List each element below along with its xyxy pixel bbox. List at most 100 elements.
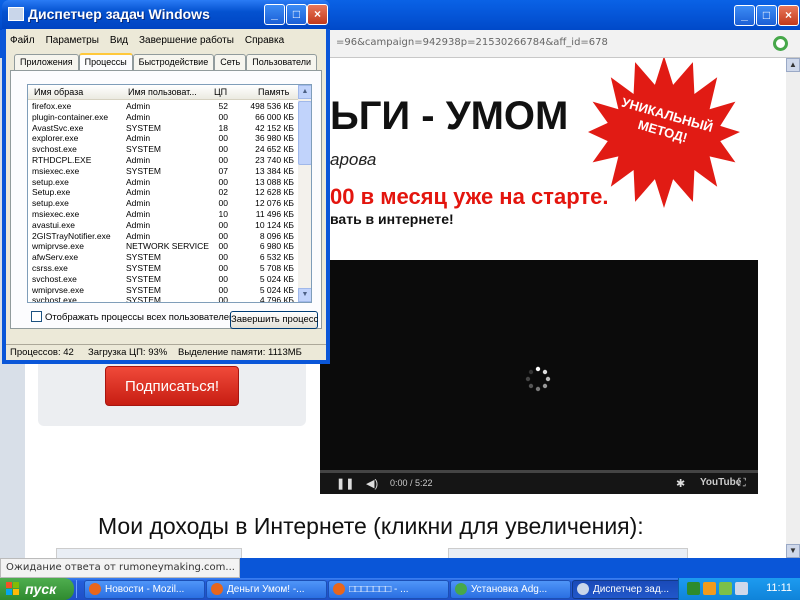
process-list[interactable]: Имя образа Имя пользоват... ЦП Память fi… (27, 84, 312, 303)
process-row[interactable]: csrss.exe SYSTEM 00 5 708 КБ (28, 263, 298, 274)
scroll-thumb[interactable] (298, 101, 311, 165)
process-cpu: 00 (218, 176, 228, 187)
process-cpu: 00 (218, 252, 228, 263)
subscribe-button[interactable]: Подписаться! (105, 366, 239, 406)
video-player[interactable]: ❚❚ ◀) 0:00 / 5:22 ✱ YouTube ⛶ (320, 260, 758, 494)
scroll-down-icon[interactable]: ▼ (298, 288, 311, 302)
taskbar-button[interactable]: Диспетчер зад... (572, 580, 693, 599)
status-memory: Выделение памяти: 1113МБ (178, 347, 302, 358)
process-cpu: 07 (218, 165, 228, 176)
browser-status-text: Ожидание ответа от rumoneymaking.com... (0, 558, 240, 578)
income-screenshot-thumbnail[interactable] (56, 548, 242, 558)
process-name: svchost.exe (32, 144, 77, 155)
show-all-users-checkbox[interactable]: Отображать процессы всех пользователей (31, 311, 234, 323)
status-cpu: Загрузка ЦП: 93% (88, 347, 168, 358)
youtube-logo[interactable]: YouTube (700, 477, 741, 488)
process-row[interactable]: svchost.exe SYSTEM 00 4 796 КБ (28, 295, 298, 303)
column-header-cpu[interactable]: ЦП (214, 87, 227, 97)
taskbar-button-label: Деньги Умом! -... (227, 584, 305, 595)
tab-network[interactable]: Сеть (214, 54, 247, 71)
volume-icon[interactable]: ◀) (366, 477, 378, 490)
process-memory: 5 708 КБ (259, 262, 294, 273)
process-user: SYSTEM (126, 295, 161, 303)
process-user: SYSTEM (126, 165, 161, 176)
process-memory: 8 096 КБ (259, 230, 294, 241)
process-row[interactable]: Setup.exe Admin 02 12 628 КБ (28, 187, 298, 198)
menu-shutdown[interactable]: Завершение работы (135, 35, 238, 46)
tab-performance[interactable]: Быстродействие (132, 54, 215, 71)
menu-help[interactable]: Справка (241, 35, 288, 46)
column-header-memory[interactable]: Память (258, 87, 289, 97)
video-controls: ❚❚ ◀) 0:00 / 5:22 ✱ YouTube ⛶ (320, 473, 758, 494)
taskbar-button[interactable]: Установка Adg... (450, 580, 571, 599)
taskbar-button[interactable]: □□□□□□□ - ... (328, 580, 449, 599)
tab-applications[interactable]: Приложения (14, 54, 79, 71)
start-button[interactable]: пуск (0, 578, 74, 600)
taskbar-button[interactable]: Деньги Умом! -... (206, 580, 327, 599)
close-button[interactable]: × (307, 4, 328, 25)
process-row[interactable]: wmiprvse.exe SYSTEM 00 5 024 КБ (28, 285, 298, 296)
process-memory: 6 532 КБ (259, 252, 294, 263)
process-name: 2GISTrayNotifier.exe (32, 230, 111, 241)
menu-file[interactable]: Файл (6, 35, 39, 46)
browser-minimize-button[interactable]: _ (734, 5, 755, 26)
pause-icon[interactable]: ❚❚ (336, 477, 354, 490)
end-process-button[interactable]: Завершить процесс (230, 311, 318, 329)
process-memory: 10 124 КБ (255, 219, 294, 230)
process-cpu: 00 (218, 262, 228, 273)
process-name: setup.exe (32, 176, 69, 187)
browser-close-button[interactable]: × (778, 5, 799, 26)
quick-launch-separator (76, 580, 84, 598)
process-row[interactable]: plugin-container.exe Admin 00 66 000 КБ (28, 112, 298, 123)
process-row[interactable]: setup.exe Admin 00 12 076 КБ (28, 198, 298, 209)
scroll-up-icon[interactable]: ▲ (786, 58, 800, 72)
process-user: SYSTEM (126, 284, 161, 295)
process-row[interactable]: wmiprvse.exe NETWORK SERVICE 00 6 980 КБ (28, 241, 298, 252)
tab-processes[interactable]: Процессы (78, 53, 133, 71)
process-row[interactable]: afwServ.exe SYSTEM 00 6 532 КБ (28, 252, 298, 263)
process-cpu: 02 (218, 187, 228, 198)
tab-users[interactable]: Пользователи (246, 54, 317, 71)
process-row[interactable]: svchost.exe SYSTEM 00 24 652 КБ (28, 144, 298, 155)
minimize-button[interactable]: _ (264, 4, 285, 25)
task-manager-titlebar[interactable]: Диспетчер задач Windows _ □ × (2, 0, 330, 29)
process-row[interactable]: msiexec.exe Admin 10 11 496 КБ (28, 209, 298, 220)
url-text[interactable]: =96&campaign=942938p=21530266784&aff_id=… (336, 37, 608, 48)
scroll-down-icon[interactable]: ▼ (786, 544, 800, 558)
process-row[interactable]: setup.exe Admin 00 13 088 КБ (28, 177, 298, 188)
volume-tray-icon[interactable] (735, 582, 748, 595)
scroll-up-icon[interactable]: ▲ (298, 85, 311, 99)
settings-gear-icon[interactable]: ✱ (676, 477, 685, 490)
address-bar[interactable]: =96&campaign=942938p=21530266784&aff_id=… (328, 30, 800, 58)
process-row[interactable]: firefox.exe Admin 52 498 536 КБ (28, 101, 298, 112)
process-row[interactable]: svchost.exe SYSTEM 00 5 024 КБ (28, 274, 298, 285)
menu-view[interactable]: Вид (106, 35, 132, 46)
process-user: Admin (126, 154, 151, 165)
process-row[interactable]: avastui.exe Admin 00 10 124 КБ (28, 220, 298, 231)
process-row[interactable]: AvastSvc.exe SYSTEM 18 42 152 КБ (28, 123, 298, 134)
column-header-user[interactable]: Имя пользоват... (128, 87, 197, 97)
taskbar-button-label: □□□□□□□ - ... (349, 584, 409, 595)
browser-scrollbar[interactable]: ▲ ▼ (786, 58, 800, 558)
fullscreen-icon[interactable]: ⛶ (738, 477, 746, 490)
process-row[interactable]: explorer.exe Admin 00 36 980 КБ (28, 133, 298, 144)
maximize-button[interactable]: □ (286, 4, 307, 25)
sberbank-screenshot-thumbnail[interactable] (448, 548, 688, 558)
adguard-tray-icon[interactable] (719, 582, 732, 595)
process-list-scrollbar[interactable]: ▲ ▼ (298, 85, 311, 302)
process-rows: firefox.exe Admin 52 498 536 КБ plugin-conta… (28, 101, 298, 303)
process-row[interactable]: msiexec.exe SYSTEM 07 13 384 КБ (28, 166, 298, 177)
taskbar-button[interactable]: Новости - Mozil... (84, 580, 205, 599)
task-manager-icon (577, 583, 589, 595)
process-row[interactable]: RTHDCPL.EXE Admin 00 23 740 КБ (28, 155, 298, 166)
process-row[interactable]: 2GISTrayNotifier.exe Admin 00 8 096 КБ (28, 231, 298, 242)
column-header-name[interactable]: Имя образа (34, 87, 83, 97)
network-icon[interactable] (687, 582, 700, 595)
menu-options[interactable]: Параметры (42, 35, 103, 46)
avast-icon[interactable] (703, 582, 716, 595)
adguard-icon[interactable] (773, 36, 788, 51)
process-cpu: 10 (218, 208, 228, 219)
checkbox-box[interactable] (31, 311, 42, 322)
browser-maximize-button[interactable]: □ (756, 5, 777, 26)
task-manager-window: Диспетчер задач Windows _ □ × Файл Параме… (2, 0, 330, 364)
